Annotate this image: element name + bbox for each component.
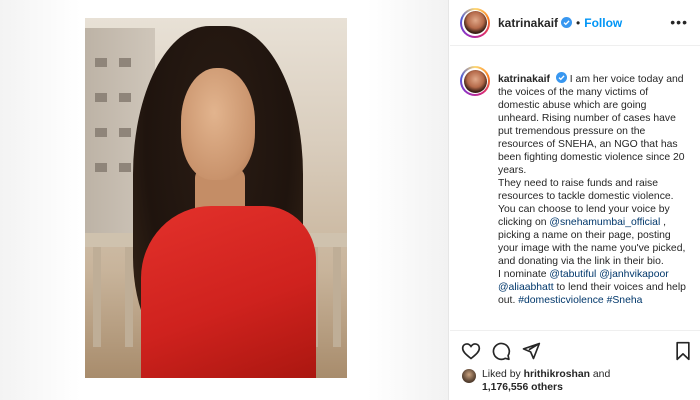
comment-icon[interactable] xyxy=(490,340,512,362)
caption-username[interactable]: katrinakaif xyxy=(498,74,550,85)
follow-button[interactable]: Follow xyxy=(584,16,622,30)
likes-and: and xyxy=(590,369,611,380)
profile-avatar[interactable] xyxy=(460,7,490,38)
heart-icon[interactable] xyxy=(460,340,482,362)
caption-section: katrinakaif I am her voice today and the… xyxy=(450,52,700,328)
separator-dot: • xyxy=(576,15,581,30)
caption-verified-icon xyxy=(555,72,567,83)
post-sidebar: katrinakaif • Follow ••• katrinakaif I a… xyxy=(450,0,700,400)
likes-prefix: Liked by xyxy=(482,369,524,380)
post-header: katrinakaif • Follow ••• xyxy=(450,0,700,46)
share-icon[interactable] xyxy=(520,340,542,362)
likes-count[interactable]: 1,176,556 others xyxy=(482,382,563,393)
more-options-icon[interactable]: ••• xyxy=(670,14,688,30)
verified-badge-icon xyxy=(561,17,573,28)
caption-text: katrinakaif I am her voice today and the… xyxy=(498,72,688,328)
action-bar xyxy=(450,330,700,368)
post-photo[interactable] xyxy=(85,18,347,378)
caption-paragraph-1: I am her voice today and the voices of t… xyxy=(498,74,685,176)
likes-text: Liked by hrithikroshan and 1,176,556 oth… xyxy=(482,368,610,394)
mention-sneha-link[interactable]: @snehamumbai_official xyxy=(549,217,660,228)
mention-alia-link[interactable]: @aliaabhatt xyxy=(498,282,554,293)
liker-username[interactable]: hrithikroshan xyxy=(524,369,590,380)
caption-avatar[interactable] xyxy=(460,66,490,96)
mention-janhvi-link[interactable]: @janhvikapoor xyxy=(599,269,668,280)
post-media-pane xyxy=(0,0,449,400)
caption-paragraph-4: I nominate xyxy=(498,269,550,280)
header-username[interactable]: katrinakaif xyxy=(498,16,558,30)
likes-summary: Liked by hrithikroshan and 1,176,556 oth… xyxy=(462,368,692,394)
bookmark-icon[interactable] xyxy=(672,340,694,362)
mention-tabutiful-link[interactable]: @tabutiful xyxy=(549,269,596,280)
liker-avatar[interactable] xyxy=(462,369,476,383)
hashtag-links[interactable]: #domesticviolence #Sneha xyxy=(518,295,642,306)
